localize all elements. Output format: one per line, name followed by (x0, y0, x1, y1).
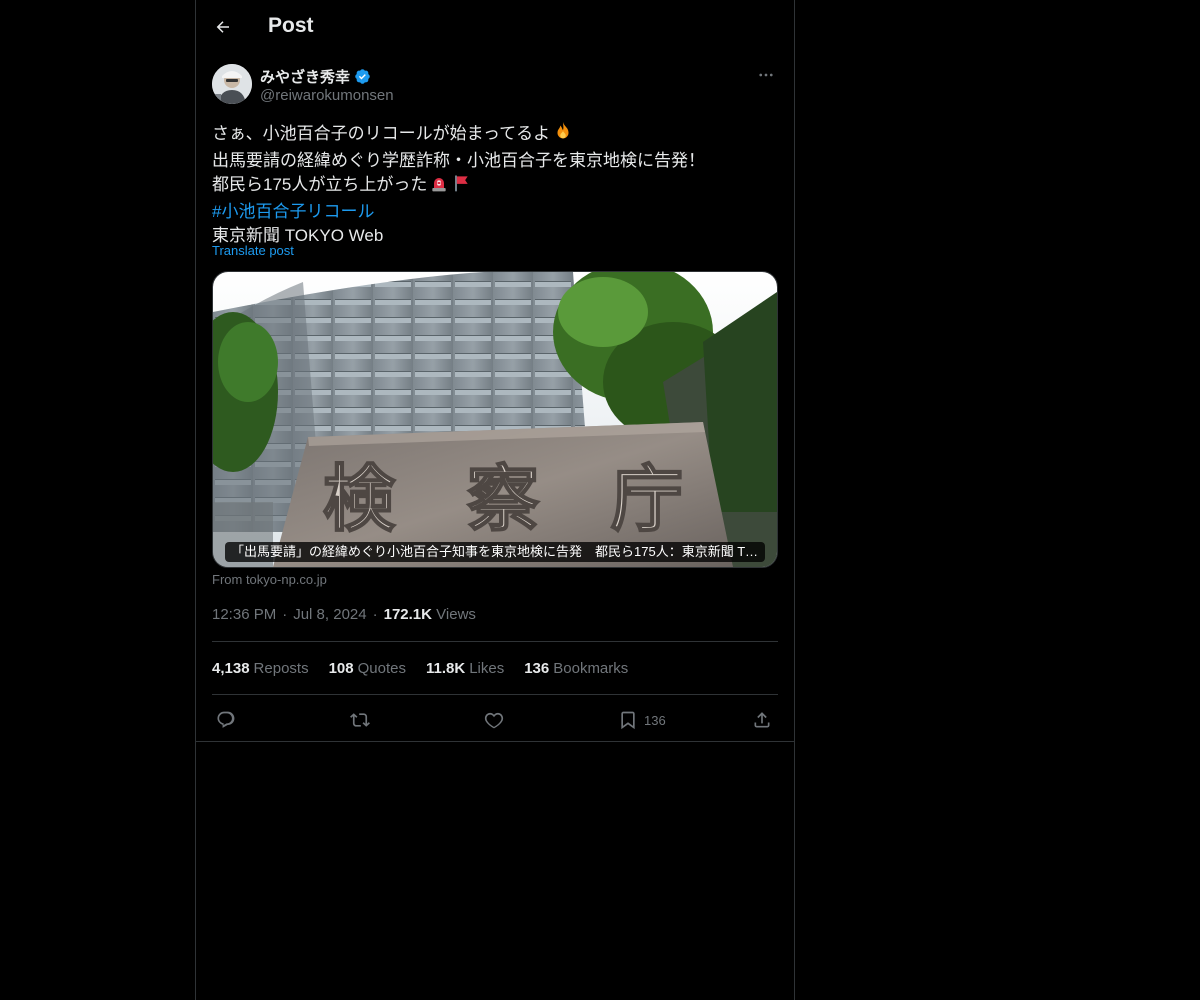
avatar[interactable] (212, 64, 252, 104)
post-stats: 4,138 Reposts 108 Quotes 11.8K Likes 136 Boo… (212, 660, 628, 677)
avatar-image (212, 64, 252, 104)
repost-icon (350, 713, 370, 727)
red-flag-emoji-icon (451, 173, 471, 200)
action-bar: 136 (212, 706, 778, 738)
main-column: Post みやざき秀幸 @reiwarokumonsen さぁ、小池百合子のリコ… (195, 0, 795, 1000)
divider (212, 694, 778, 695)
bookmark-icon (621, 711, 635, 730)
share-button[interactable] (752, 706, 772, 734)
post-bottom-border (196, 741, 794, 742)
fire-emoji-icon (552, 120, 574, 149)
likes-stat[interactable]: 11.8K Likes (426, 660, 504, 677)
card-source[interactable]: From tokyo-np.co.jp (212, 572, 327, 587)
more-options-button[interactable] (754, 64, 778, 86)
verified-badge-icon (354, 68, 371, 85)
author-name-text: みやざき秀幸 (260, 69, 351, 86)
more-horizontal-icon (759, 73, 773, 77)
post-time[interactable]: 12:36 PM (212, 606, 276, 623)
reposts-stat[interactable]: 4,138 Reposts (212, 660, 309, 677)
source-line: 東京新聞 TOKYO Web (212, 226, 384, 245)
like-button[interactable] (484, 706, 504, 734)
post-body: さぁ、小池百合子のリコールが始まってるよ 出馬要請の経緯めぐり学歴詐称・小池百合… (212, 120, 778, 248)
post-line-3: 都民ら175人が立ち上がった (212, 173, 778, 200)
views-label: Views (436, 606, 476, 623)
link-card[interactable]: 検 察 庁 「出馬要請」の経緯めぐり小池百合子知事を東京地検に告発 都民ら175… (212, 271, 778, 568)
card-caption: 「出馬要請」の経緯めぐり小池百合子知事を東京地検に告発 都民ら175人：東京新聞… (225, 542, 765, 562)
author-name[interactable]: みやざき秀幸 (260, 66, 371, 87)
heart-icon (484, 712, 504, 729)
page-title: Post (268, 14, 314, 37)
bookmark-count: 136 (644, 712, 666, 728)
post-line-1: さぁ、小池百合子のリコールが始まってるよ (212, 120, 778, 149)
share-icon (754, 712, 770, 728)
back-button[interactable] (210, 12, 236, 42)
translate-post-link[interactable]: Translate post (212, 243, 294, 258)
bookmark-button[interactable]: 136 (618, 706, 666, 734)
divider (212, 641, 778, 642)
quotes-stat[interactable]: 108 Quotes (329, 660, 406, 677)
card-image: 検 察 庁 (213, 272, 777, 567)
post-date[interactable]: Jul 8, 2024 (293, 606, 366, 623)
siren-emoji-icon (429, 173, 449, 200)
post-line-2: 出馬要請の経緯めぐり学歴詐称・小池百合子を東京地検に告発！ (212, 151, 705, 170)
bookmarks-stat[interactable]: 136 Bookmarks (524, 660, 628, 677)
meta-separator: · (372, 606, 378, 623)
views-count: 172.1K (383, 606, 432, 623)
page-header: Post (196, 0, 794, 54)
card-sign-text: 検 察 庁 (323, 456, 683, 541)
reply-button[interactable] (216, 706, 236, 734)
author-handle[interactable]: @reiwarokumonsen (260, 87, 394, 104)
repost-button[interactable] (350, 706, 370, 734)
reply-icon (217, 711, 235, 728)
hashtag-link[interactable]: #小池百合子リコール (212, 200, 778, 224)
post-meta: 12:36 PM · Jul 8, 2024 · 172.1K Views (212, 606, 476, 623)
arrow-left-icon (216, 21, 229, 33)
meta-separator: · (282, 606, 288, 623)
